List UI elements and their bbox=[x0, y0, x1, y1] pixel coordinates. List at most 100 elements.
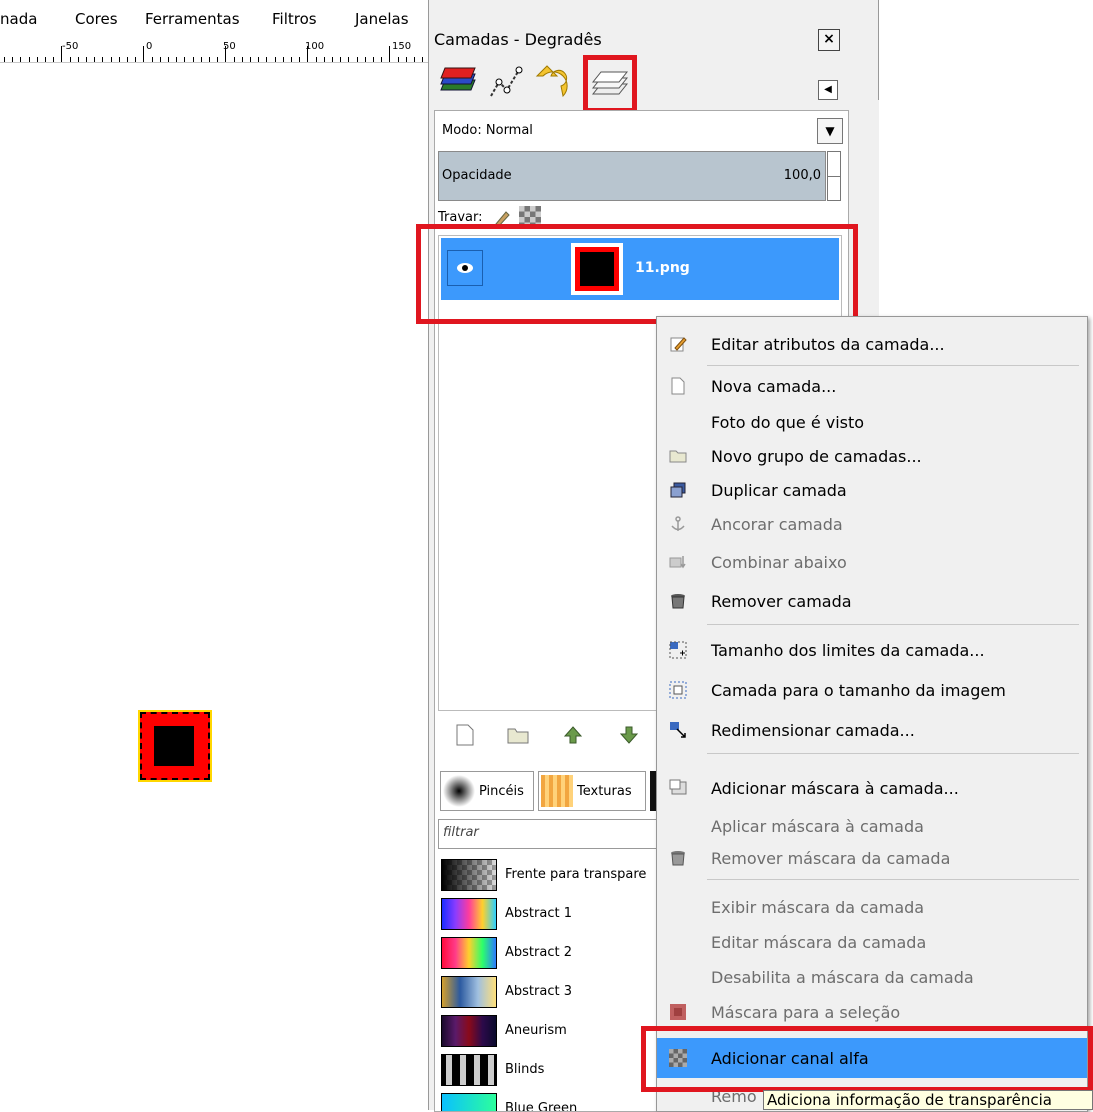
tab-brushes[interactable]: Pincéis bbox=[440, 771, 534, 811]
dock-menu-icon[interactable]: ◀ bbox=[818, 80, 838, 100]
menu-item-new-from-visible[interactable]: Foto do que é visto bbox=[657, 405, 1087, 439]
menu-filters[interactable]: Filtros bbox=[272, 10, 317, 28]
ruler-tick bbox=[94, 57, 96, 62]
ruler-tick bbox=[118, 57, 120, 62]
gradient-item[interactable]: Abstract 2 bbox=[438, 935, 668, 973]
opacity-slider[interactable]: Opacidade 100,0 bbox=[438, 151, 826, 201]
menu-item-duplicate-layer[interactable]: Duplicar camada bbox=[657, 473, 1087, 507]
ruler-tick bbox=[135, 57, 137, 62]
lock-label: Travar: bbox=[438, 210, 483, 225]
duplicate-icon bbox=[670, 482, 686, 498]
ruler-tick bbox=[192, 57, 194, 62]
right-panel-edge bbox=[878, 0, 1093, 100]
alpha-item-highlight-annotation bbox=[641, 1026, 1093, 1092]
boundary-size-icon bbox=[669, 641, 687, 659]
tab-patterns[interactable]: Texturas bbox=[538, 771, 646, 811]
ruler-tick bbox=[4, 57, 5, 62]
new-layer-icon[interactable] bbox=[454, 723, 476, 747]
paths-tab-icon[interactable] bbox=[485, 62, 527, 104]
ruler-tick bbox=[86, 57, 87, 62]
ruler-tick bbox=[315, 57, 317, 62]
menu-colors[interactable]: Cores bbox=[75, 10, 118, 28]
menu-item-layer-to-image-size[interactable]: Camada para o tamanho da imagem bbox=[657, 673, 1087, 707]
ruler-label: -50 bbox=[62, 41, 79, 52]
gradient-item[interactable]: Blue Green bbox=[438, 1091, 668, 1111]
raise-layer-icon[interactable] bbox=[562, 724, 584, 746]
ruler-tick bbox=[127, 57, 128, 62]
new-file-icon bbox=[671, 377, 685, 395]
canvas-layer-image[interactable] bbox=[140, 712, 210, 780]
menu-item-remove-layer[interactable]: Remover camada bbox=[657, 584, 1087, 618]
ruler-tick bbox=[45, 57, 46, 62]
chevron-down-icon[interactable]: ▼ bbox=[817, 118, 843, 144]
ruler-tick bbox=[102, 57, 104, 62]
fit-image-icon bbox=[669, 681, 687, 699]
tab-highlight-annotation bbox=[583, 55, 637, 113]
layer-highlight-annotation bbox=[416, 224, 858, 324]
gradient-item[interactable]: Frente para transpare bbox=[438, 857, 668, 895]
layers-tab-icon[interactable] bbox=[437, 62, 479, 104]
ruler-tick bbox=[61, 46, 63, 62]
menu-item-edit-layer-attributes[interactable]: Editar atributos da camada... bbox=[657, 327, 1087, 361]
opacity-label: Opacidade bbox=[442, 168, 512, 183]
close-icon[interactable]: × bbox=[818, 29, 840, 51]
ruler-tick bbox=[422, 57, 424, 62]
menu-item-scale-layer[interactable]: Redimensionar camada... bbox=[657, 713, 1087, 747]
menu-item-show-layer-mask: Exibir máscara da camada bbox=[711, 898, 925, 917]
menu-item-delete-layer-mask: Remover máscara da camada bbox=[657, 841, 1087, 875]
opacity-spinner[interactable] bbox=[827, 151, 841, 201]
horizontal-ruler[interactable]: -50 0 50 100 150 bbox=[0, 40, 428, 63]
ruler-tick bbox=[110, 57, 112, 62]
edit-icon bbox=[670, 337, 687, 352]
ruler-tick bbox=[307, 46, 309, 62]
gradient-item[interactable]: Aneurism bbox=[438, 1013, 668, 1051]
ruler-tick bbox=[20, 57, 22, 62]
ruler-tick bbox=[233, 57, 235, 62]
ruler-tick bbox=[53, 57, 55, 62]
mode-select[interactable]: Modo: Normal ▼ bbox=[438, 114, 843, 148]
canvas-layer-image-center bbox=[154, 726, 194, 766]
ruler-tick bbox=[77, 57, 79, 62]
ruler-tick bbox=[200, 57, 202, 62]
menu-item-layer-boundary-size[interactable]: Tamanho dos limites da camada... bbox=[657, 633, 1087, 667]
undo-history-tab-icon[interactable] bbox=[533, 62, 575, 104]
gradient-item[interactable]: Abstract 1 bbox=[438, 896, 668, 934]
gradient-label: Frente para transpare bbox=[505, 867, 647, 882]
menu-item-add-layer-mask[interactable]: Adicionar máscara à camada... bbox=[657, 771, 1087, 805]
gradient-swatch bbox=[441, 937, 497, 969]
ruler-tick bbox=[151, 57, 153, 62]
menu-image[interactable]: nada bbox=[0, 10, 37, 28]
ruler-tick bbox=[291, 57, 292, 62]
tooltip: Adiciona informação de transparência bbox=[763, 1090, 1093, 1110]
lower-layer-icon[interactable] bbox=[618, 724, 640, 746]
menu-item-anchor-layer: Ancorar camada bbox=[657, 507, 1087, 541]
ruler-tick bbox=[364, 57, 366, 62]
filter-input[interactable]: filtrar bbox=[438, 819, 668, 849]
menu-item-new-layer[interactable]: Nova camada... bbox=[657, 369, 1087, 403]
ruler-tick bbox=[143, 46, 145, 62]
ruler-tick bbox=[381, 57, 383, 62]
gradient-label: Abstract 2 bbox=[505, 945, 572, 960]
ruler-tick bbox=[184, 57, 186, 62]
menu-windows[interactable]: Janelas bbox=[355, 10, 409, 28]
brush-icon bbox=[443, 775, 475, 807]
ruler-tick bbox=[356, 57, 358, 62]
ruler-tick bbox=[299, 57, 301, 62]
ruler-tick bbox=[405, 57, 407, 62]
new-layer-group-icon[interactable] bbox=[506, 724, 530, 746]
gradient-swatch bbox=[441, 898, 497, 930]
ruler-tick bbox=[266, 57, 268, 62]
menu-item-mask-to-selection: Máscara para a seleção bbox=[657, 995, 1087, 1029]
ruler-tick bbox=[323, 57, 325, 62]
gradient-item[interactable]: Blinds bbox=[438, 1052, 668, 1090]
ruler-tick bbox=[28, 57, 30, 62]
ruler-tick bbox=[258, 57, 260, 62]
gradient-item[interactable]: Abstract 3 bbox=[438, 974, 668, 1012]
menu-tools[interactable]: Ferramentas bbox=[145, 10, 240, 28]
ruler-tick bbox=[348, 57, 350, 62]
gradient-swatch bbox=[441, 859, 497, 891]
gradient-label: Abstract 3 bbox=[505, 984, 572, 999]
trash-icon bbox=[671, 594, 685, 609]
ruler-tick bbox=[176, 57, 178, 62]
menu-item-new-layer-group[interactable]: Novo grupo de camadas... bbox=[657, 439, 1087, 473]
